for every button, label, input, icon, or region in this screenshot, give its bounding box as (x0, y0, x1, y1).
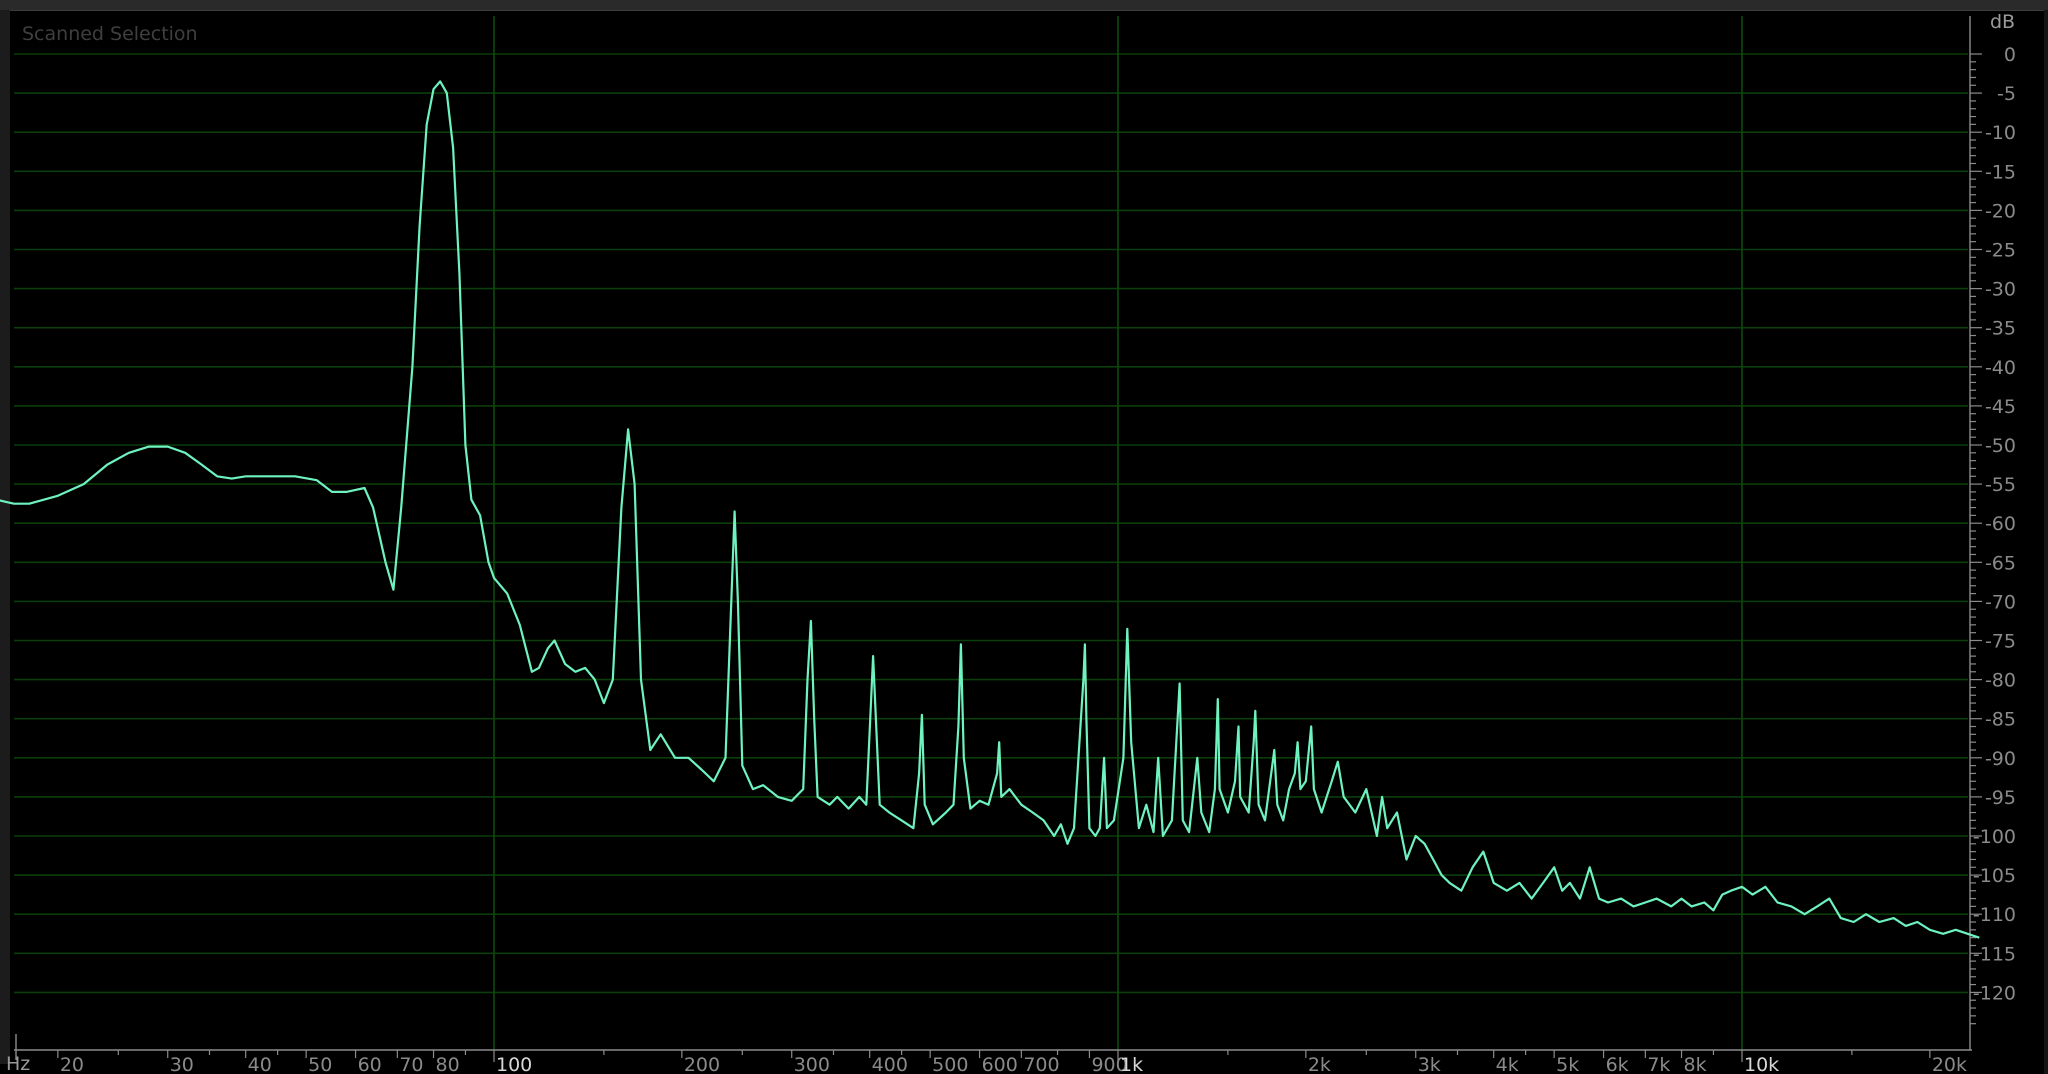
x-tick-label: 30 (170, 1054, 194, 1074)
x-tick-label: 3k (1418, 1054, 1441, 1074)
x-tick-label: 600 (982, 1054, 1018, 1074)
x-tick-label: 80 (436, 1054, 460, 1074)
grid-layer (14, 16, 1968, 1050)
y-tick-label: -80 (1985, 670, 2016, 692)
y-tick-label: -20 (1985, 200, 2016, 222)
x-tick-label: 4k (1496, 1054, 1519, 1074)
x-tick-label: 7k (1647, 1054, 1670, 1074)
y-tick-label: -45 (1985, 396, 2016, 418)
x-tick-label: 100 (496, 1054, 532, 1074)
x-tick-label: 20 (60, 1054, 84, 1074)
panel-title: Scanned Selection (22, 23, 198, 45)
y-tick-label: -120 (1973, 982, 2016, 1004)
x-tick-label: 70 (399, 1054, 423, 1074)
x-tick-label: 200 (684, 1054, 720, 1074)
x-tick-label: 700 (1023, 1054, 1059, 1074)
y-tick-label: -35 (1985, 318, 2016, 340)
y-tick-label: -100 (1973, 826, 2016, 848)
x-tick-label: 60 (358, 1054, 382, 1074)
y-tick-label: -50 (1985, 435, 2016, 457)
y-tick-label: -115 (1973, 943, 2016, 965)
x-tick-label: 5k (1556, 1054, 1579, 1074)
x-tick-label: 2k (1308, 1054, 1331, 1074)
x-tick-label: 400 (872, 1054, 908, 1074)
y-tick-label: -30 (1985, 279, 2016, 301)
axes-layer (14, 16, 1972, 1060)
x-tick-label: 6k (1606, 1054, 1629, 1074)
y-tick-label: -65 (1985, 552, 2016, 574)
y-tick-label: -25 (1985, 240, 2016, 262)
y-tick-label: -60 (1985, 513, 2016, 535)
y-axis-unit-label: dB (1990, 11, 2015, 33)
y-tick-labels: 0 -5 -10 -15 -20 -25 -30 -35 -40 -45 -50 -55 -60 -65 -… (1970, 44, 2016, 1025)
y-tick-label: -110 (1973, 904, 2016, 926)
x-tick-label: 40 (248, 1054, 272, 1074)
y-tick-label: -40 (1985, 357, 2016, 379)
frequency-spectrum-chart[interactable]: 0 -5 -10 -15 -20 -25 -30 -35 -40 -45 -50 -55 -60 -65 -… (0, 0, 2048, 1074)
x-tick-label: 50 (308, 1054, 332, 1074)
x-tick-label: 8k (1684, 1054, 1707, 1074)
x-tick-label: 300 (794, 1054, 830, 1074)
x-tick-labels: 20 30 40 50 60 70 80 100 200 300 400 500 600 700 9001k… (57, 1050, 1967, 1074)
x-tick-label: 10k (1744, 1054, 1779, 1074)
y-tick-label: -75 (1985, 631, 2016, 653)
y-tick-label: -15 (1985, 161, 2016, 183)
y-tick-label: -70 (1985, 591, 2016, 613)
x-tick-label: 500 (932, 1054, 968, 1074)
spectrum-analyzer-panel: 0 -5 -10 -15 -20 -25 -30 -35 -40 -45 -50 -55 -60 -65 -… (0, 0, 2048, 1074)
y-tick-label: -85 (1985, 709, 2016, 731)
y-tick-label: -105 (1973, 865, 2016, 887)
x-tick-label: 1k (1120, 1054, 1143, 1074)
y-tick-label: -5 (1997, 83, 2016, 105)
y-tick-label: -95 (1985, 787, 2016, 809)
y-tick-label: -55 (1985, 474, 2016, 496)
x-tick-label: 20k (1932, 1054, 1967, 1074)
x-axis-unit-label: Hz (6, 1053, 30, 1074)
y-tick-label: -90 (1985, 748, 2016, 770)
y-tick-label: 0 (2004, 44, 2016, 66)
y-tick-label: -10 (1985, 122, 2016, 144)
